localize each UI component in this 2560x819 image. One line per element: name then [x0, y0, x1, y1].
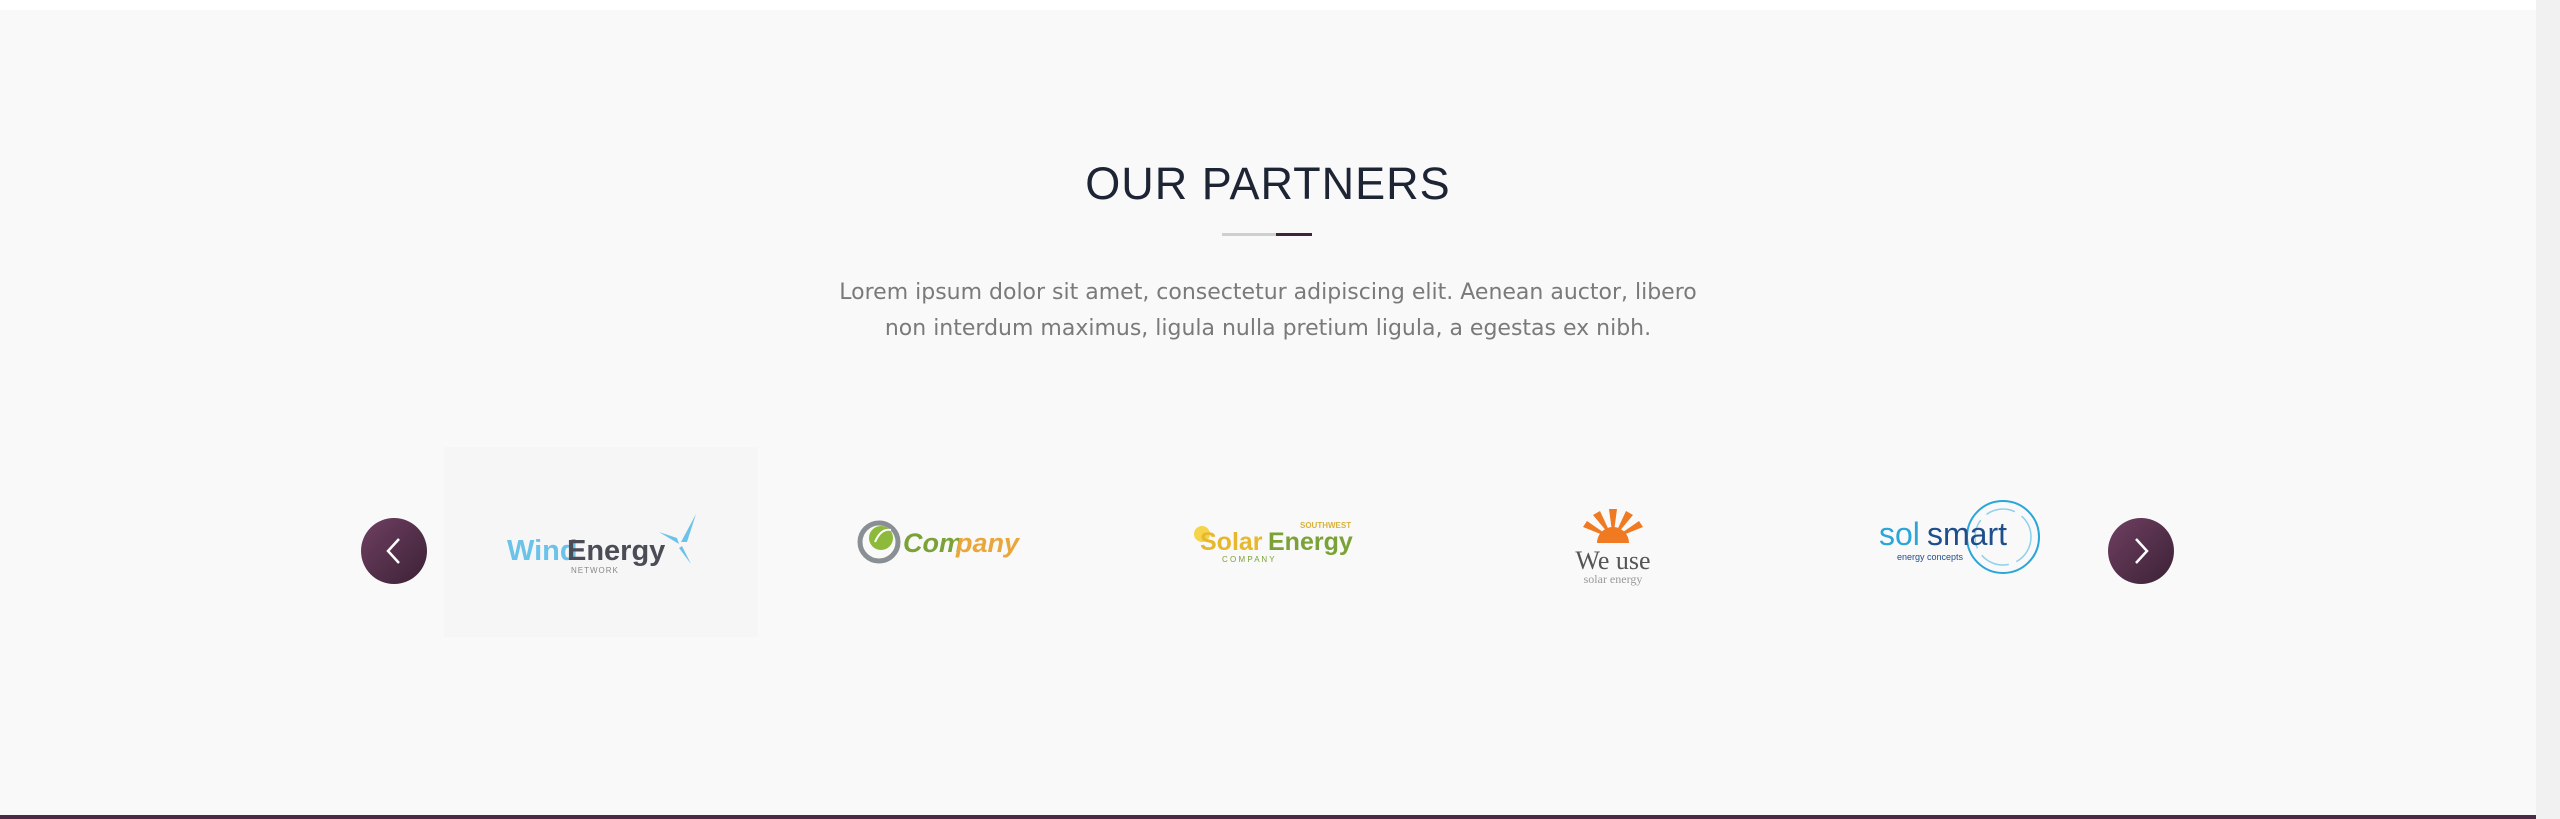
weuse-logo: We use solar energy	[1575, 509, 1651, 586]
page-scrollbar[interactable]	[2536, 0, 2560, 819]
logo-windenergy-part2: Energy	[567, 535, 665, 567]
carousel-next-button[interactable]	[2108, 518, 2174, 584]
windenergy-logo: Wind Energy NETWORK	[507, 514, 696, 575]
solarenergy-logo: SOUTHWEST Solar Energy C O M P A N Y	[1194, 521, 1353, 564]
company-logo: Com pany	[857, 520, 1021, 564]
logo-windenergy-sub: NETWORK	[571, 566, 619, 575]
logo-company-part2: pany	[955, 528, 1021, 558]
logo-solarenergy-part1: Solar	[1200, 528, 1263, 556]
section-title: OUR PARTNERS	[1085, 158, 1451, 209]
partners-section: OUR PARTNERS Lorem ipsum dolor sit amet,…	[0, 10, 2536, 815]
logo-solarenergy-sub: C O M P A N Y	[1222, 555, 1275, 564]
solsmart-logo: sol smart energy concepts	[1879, 500, 2040, 574]
partner-logo-company[interactable]: Com pany	[783, 447, 1097, 637]
logo-solsmart-sub: energy concepts	[1897, 552, 1964, 562]
partner-logo-windenergy[interactable]: Wind Energy NETWORK	[444, 447, 758, 637]
partner-logo-solsmart[interactable]: sol smart energy concepts	[1798, 447, 2112, 637]
title-divider	[1222, 233, 1312, 236]
footer-edge	[0, 815, 2536, 819]
logo-solsmart-part2: smart	[1927, 516, 2007, 552]
section-description: Lorem ipsum dolor sit amet, consectetur …	[839, 280, 1697, 341]
carousel-prev-button[interactable]	[361, 518, 427, 584]
partner-logo-solarenergy[interactable]: SOUTHWEST Solar Energy C O M P A N Y	[1121, 447, 1435, 637]
logo-weuse-part1: We use	[1575, 546, 1650, 575]
logo-solsmart-part1: sol	[1879, 516, 1920, 552]
chevron-left-icon	[386, 538, 400, 564]
logo-solarenergy-part2: Energy	[1268, 528, 1353, 556]
partner-logo-weuse[interactable]: We use solar energy	[1456, 447, 1770, 637]
logo-weuse-sub: solar energy	[1584, 572, 1643, 586]
logo-company-part1: Com	[903, 528, 963, 558]
chevron-right-icon	[2135, 538, 2149, 564]
